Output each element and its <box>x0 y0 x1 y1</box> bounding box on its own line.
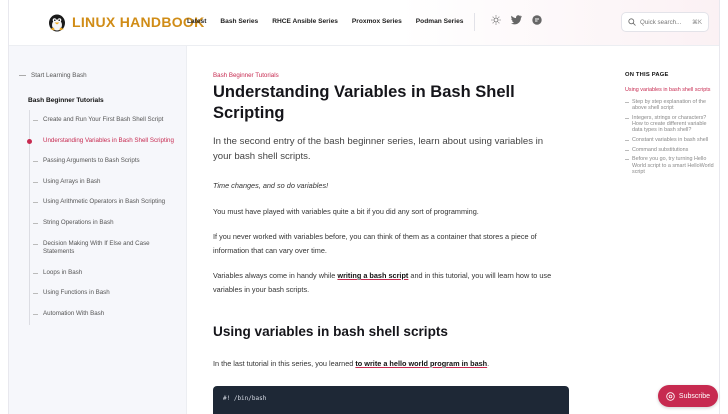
toc-item-step-by-step[interactable]: Step by step explanation of the above sh… <box>625 97 717 113</box>
article-lead: In the second entry of the bash beginner… <box>213 136 544 162</box>
paragraph-4-text-a: Variables always come in handy while <box>213 271 338 280</box>
subscribe-label: Subscribe <box>678 392 711 400</box>
quick-search[interactable]: Quick search... ⌘K <box>621 12 709 32</box>
sidebar-item-automation[interactable]: Automation With Bash <box>30 304 174 325</box>
main-nav: Latest Bash Series RHCE Ansible Series P… <box>187 18 463 25</box>
logo-text: LINUX HANDBOOK <box>72 14 205 30</box>
paragraph-5-text-b: . <box>487 359 490 368</box>
page-title: Understanding Variables in Bash Shell Sc… <box>213 83 515 122</box>
toc-item-data-types[interactable]: Integers, strings or characters? How to … <box>625 113 717 135</box>
sidebar-start-learning-bash[interactable]: Start Learning Bash <box>19 72 87 79</box>
site-header: LINUX HANDBOOK Latest Bash Series RHCE A… <box>9 0 719 46</box>
sidebar-item-functions[interactable]: Using Functions in Bash <box>30 283 174 304</box>
sidebar-item-using-arrays[interactable]: Using Arrays in Bash <box>30 172 174 193</box>
subscribe-icon <box>666 391 675 401</box>
section-heading: Using variables in bash shell scripts <box>213 324 448 339</box>
site-logo[interactable]: LINUX HANDBOOK <box>47 12 205 32</box>
nav-divider <box>474 13 475 31</box>
subscribe-button[interactable]: Subscribe <box>658 385 718 407</box>
code-line: #! /bin/bash <box>223 395 267 402</box>
toc-item-using-variables[interactable]: Using variables in bash shell scripts <box>625 87 717 94</box>
toc-item-constant-variables[interactable]: Constant variables in bash shell <box>625 135 717 145</box>
sidebar-list: Create and Run Your First Bash Shell Scr… <box>27 110 174 325</box>
link-writing-a-bash-script[interactable]: writing a bash script <box>337 271 408 280</box>
sidebar-item-passing-arguments[interactable]: Passing Arguments to Bash Scripts <box>30 151 174 172</box>
browser-page: LINUX HANDBOOK Latest Bash Series RHCE A… <box>8 0 720 414</box>
series-sidebar: Start Learning Bash Bash Beginner Tutori… <box>9 46 187 414</box>
paragraph-5: In the last tutorial in this series, you… <box>213 357 558 371</box>
paragraph-2: You must have played with variables quit… <box>213 207 479 216</box>
sidebar-item-understanding-variables[interactable]: Understanding Variables in Bash Shell Sc… <box>27 131 174 152</box>
search-icon <box>628 18 636 26</box>
search-placeholder: Quick search... <box>640 18 682 26</box>
sun-icon[interactable] <box>491 15 501 25</box>
table-of-contents: ON THIS PAGE Using variables in bash she… <box>625 72 717 177</box>
twitter-icon[interactable] <box>511 15 522 25</box>
nav-rhce-ansible-series[interactable]: RHCE Ansible Series <box>272 18 338 25</box>
sidebar-item-arithmetic-operators[interactable]: Using Arithmetic Operators in Bash Scrip… <box>30 192 174 213</box>
nav-bash-series[interactable]: Bash Series <box>220 18 258 25</box>
sidebar-item-decision-making[interactable]: Decision Making With If Else and Case St… <box>30 234 174 263</box>
nav-proxmox-series[interactable]: Proxmox Series <box>352 18 402 25</box>
nav-podman-series[interactable]: Podman Series <box>416 18 464 25</box>
breadcrumb[interactable]: Bash Beginner Tutorials <box>213 72 279 79</box>
code-block[interactable]: #! /bin/bash <box>213 386 569 414</box>
paragraph-4: Variables always come in handy while wri… <box>213 269 558 297</box>
toc-item-command-substitutions[interactable]: Command substitutions <box>625 145 717 155</box>
toc-list: Step by step explanation of the above sh… <box>625 97 717 177</box>
toc-item-before-you-go[interactable]: Before you go, try turning Hello World s… <box>625 155 717 177</box>
sidebar-item-string-operations[interactable]: String Operations in Bash <box>30 213 174 234</box>
nav-latest[interactable]: Latest <box>187 18 206 25</box>
sidebar-item-create-and-run[interactable]: Create and Run Your First Bash Shell Scr… <box>30 110 174 131</box>
paragraph-1: Time changes, and so do variables! <box>213 181 329 190</box>
tux-logo-icon <box>49 14 65 32</box>
link-hello-world-program[interactable]: to write a hello world program in bash <box>355 359 487 368</box>
toc-heading: ON THIS PAGE <box>625 72 669 78</box>
sidebar-item-loops[interactable]: Loops in Bash <box>30 263 174 284</box>
nav-icons <box>491 15 542 25</box>
search-shortcut: ⌘K <box>691 19 702 26</box>
sidebar-section-title: Bash Beginner Tutorials <box>28 97 104 104</box>
ghost-icon[interactable] <box>532 15 542 25</box>
paragraph-5-text-a: In the last tutorial in this series, you… <box>213 359 356 368</box>
paragraph-3: If you never worked with variables befor… <box>213 232 537 255</box>
